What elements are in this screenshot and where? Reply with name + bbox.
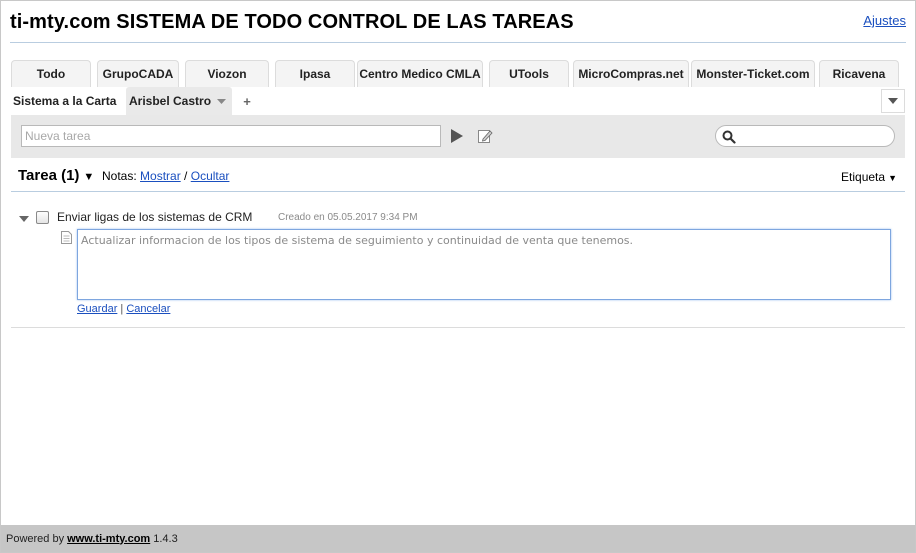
tab-ipasa[interactable]: Ipasa: [275, 60, 355, 87]
action-separator: |: [120, 303, 124, 315]
tab-ricavena[interactable]: Ricavena: [819, 60, 899, 87]
tab-centro-medico-cmla[interactable]: Centro Medico CMLA: [357, 60, 483, 87]
task-checkbox[interactable]: [36, 211, 49, 224]
tab-arisbel-castro[interactable]: Arisbel Castro: [126, 87, 232, 115]
tab-viozon[interactable]: Viozon: [185, 60, 269, 87]
task-count-label: Tarea (1): [18, 167, 80, 184]
tag-dropdown[interactable]: Etiqueta ▼: [841, 170, 897, 184]
search-field[interactable]: [715, 125, 895, 147]
cancel-note-link[interactable]: Cancelar: [126, 303, 170, 315]
search-input[interactable]: [738, 128, 892, 146]
tab-microcompras[interactable]: MicroCompras.net: [573, 60, 689, 87]
notes-toggle: Notas: Mostrar / Ocultar: [102, 169, 229, 183]
expand-arrow-icon[interactable]: [19, 216, 29, 222]
tabs-menu-button[interactable]: [881, 89, 905, 113]
save-note-link[interactable]: Guardar: [77, 303, 117, 315]
task-item: Enviar ligas de los sistemas de CRM Crea…: [11, 207, 905, 328]
footer: Powered by www.ti-mty.com 1.4.3: [1, 525, 915, 552]
task-list-header: Tarea (1) ▼ Notas: Mostrar / Ocultar Etiq…: [11, 159, 905, 192]
play-icon[interactable]: [451, 129, 463, 143]
tab-todo[interactable]: Todo: [11, 60, 91, 87]
tag-label: Etiqueta: [841, 170, 886, 184]
task-created-date: Creado en 05.05.2017 9:34 PM: [278, 212, 418, 223]
note-icon: [61, 231, 72, 244]
tab-sistema-a-la-carta[interactable]: Sistema a la Carta: [11, 87, 123, 115]
tab-monster-ticket[interactable]: Monster-Ticket.com: [691, 60, 815, 87]
hide-notes-link[interactable]: Ocultar: [191, 169, 230, 183]
chevron-down-icon: ▼: [888, 173, 897, 183]
tab-label: Arisbel Castro: [129, 94, 212, 108]
task-list-title[interactable]: Tarea (1) ▼: [18, 167, 94, 184]
chevron-down-icon: ▼: [83, 171, 95, 183]
title-divider: [10, 42, 906, 43]
version-label: 1.4.3: [153, 532, 178, 545]
edit-note-icon[interactable]: [477, 128, 493, 144]
tab-grupocada[interactable]: GrupoCADA: [97, 60, 179, 87]
search-icon: [722, 130, 736, 144]
notes-label: Notas:: [102, 169, 137, 183]
task-toolbar: [11, 115, 905, 158]
page-title: ti-mty.com SISTEMA DE TODO CONTROL DE LA…: [10, 11, 574, 33]
notes-separator: /: [184, 169, 188, 183]
add-list-button[interactable]: +: [239, 87, 255, 115]
task-title[interactable]: Enviar ligas de los sistemas de CRM: [57, 210, 252, 224]
footer-site-link[interactable]: www.ti-mty.com: [67, 533, 150, 545]
settings-link[interactable]: Ajustes: [863, 13, 906, 28]
note-actions: Guardar | Cancelar: [77, 303, 170, 315]
chevron-down-icon: [888, 98, 898, 104]
powered-by-label: Powered by: [6, 532, 65, 545]
list-tabs-row2: Sistema a la Carta Arisbel Castro +: [11, 87, 905, 115]
show-notes-link[interactable]: Mostrar: [140, 169, 181, 183]
new-task-input[interactable]: [21, 125, 441, 147]
list-tabs: Todo GrupoCADA Viozon Ipasa Centro Medic…: [11, 60, 905, 87]
tab-utools[interactable]: UTools: [489, 60, 569, 87]
task-note-textarea[interactable]: Actualizar informacion de los tipos de s…: [77, 229, 891, 300]
chevron-down-icon[interactable]: [217, 98, 227, 104]
